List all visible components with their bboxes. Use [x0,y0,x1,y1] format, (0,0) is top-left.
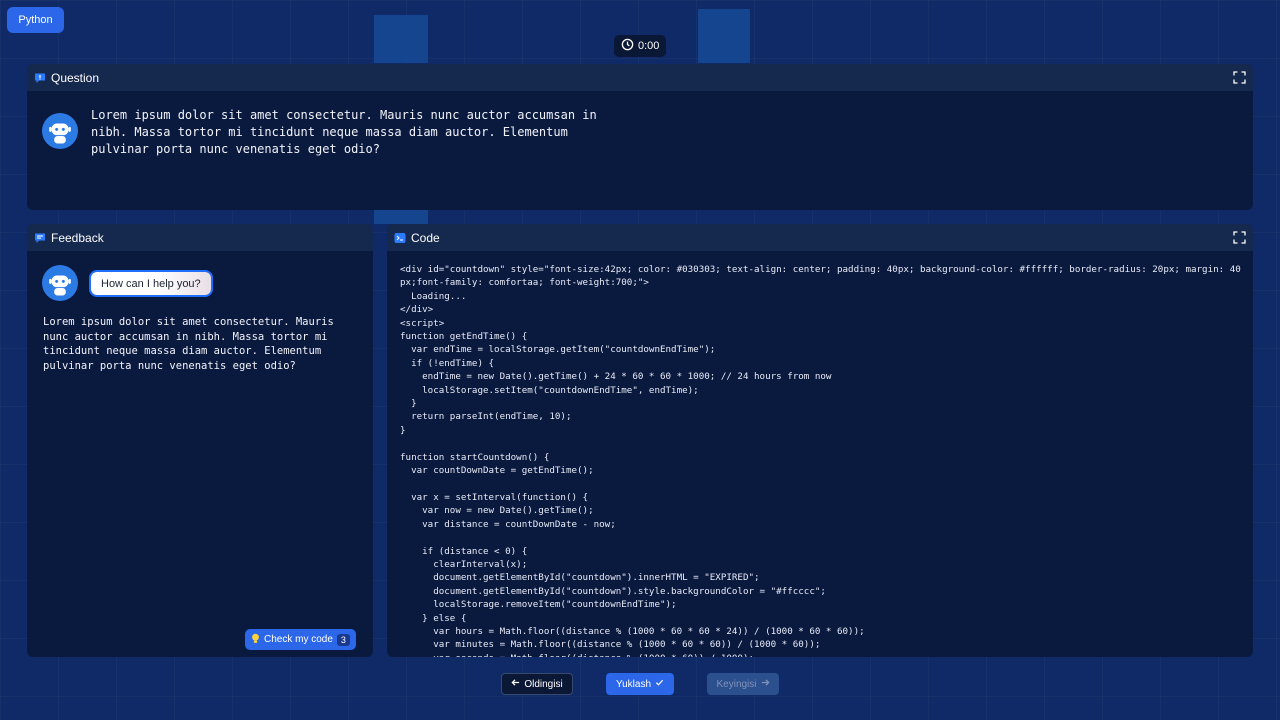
code-panel: Code <div id="countdown" style="font-siz… [387,224,1253,657]
feedback-header: Feedback [27,224,373,251]
message-icon [34,232,46,244]
feedback-title: Feedback [51,230,104,245]
background-block [698,9,750,63]
bot-avatar [42,113,78,149]
arrow-left-icon [511,678,520,690]
expand-icon[interactable] [1233,231,1246,244]
question-title: Question [51,70,100,85]
robot-icon [49,123,71,144]
robot-icon [49,275,71,296]
check-code-label: Check my code [264,634,333,645]
arrow-right-icon [761,678,770,690]
language-button[interactable]: Python [7,7,64,33]
timer-value: 0:00 [638,40,660,52]
background-block [374,15,428,63]
question-panel: Question Lorem ipsum dolor sit amet cons… [27,64,1253,210]
check-code-button[interactable]: Check my code 3 [245,629,356,650]
feedback-panel: Feedback How can I help you? Lorem ipsum… [27,224,373,657]
check-icon [655,678,664,690]
background-block [374,210,428,224]
code-editor[interactable]: <div id="countdown" style="font-size:42p… [400,263,1241,657]
timer: 0:00 [614,35,667,57]
help-bubble: How can I help you? [91,272,211,295]
submit-button[interactable]: Yuklash [606,673,674,695]
previous-button[interactable]: Oldingisi [501,673,573,695]
code-header: Code [387,224,1253,251]
next-label: Keyingisi [716,678,757,690]
question-text: Lorem ipsum dolor sit amet consectetur. … [91,108,597,156]
code-title: Code [411,230,440,245]
previous-label: Oldingisi [524,678,563,690]
bot-avatar [42,265,78,301]
question-header: Question [27,64,1253,91]
chat-alert-icon [34,72,46,84]
terminal-icon [394,232,406,244]
feedback-text: Lorem ipsum dolor sit amet consectetur. … [43,316,334,372]
check-count-badge: 3 [336,633,350,646]
clock-icon [621,38,634,54]
submit-label: Yuklash [615,678,652,690]
expand-icon[interactable] [1233,71,1246,84]
next-button[interactable]: Keyingisi [707,673,779,695]
lightbulb-icon [251,633,260,647]
